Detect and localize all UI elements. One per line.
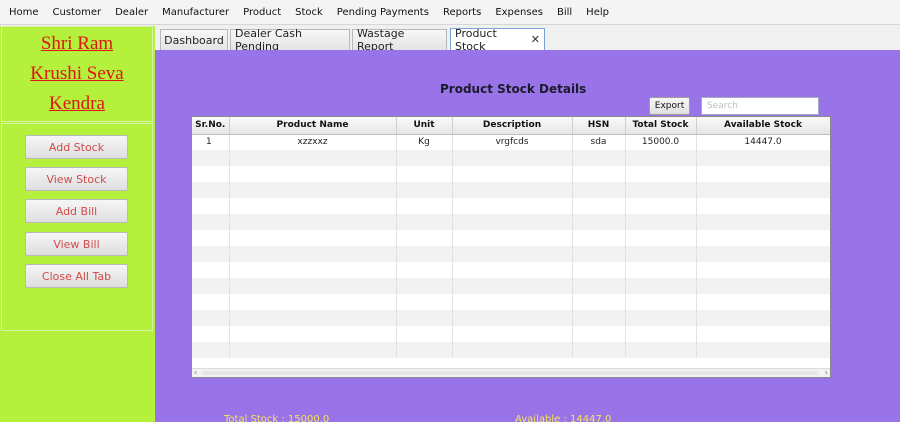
- column-header-available-stock[interactable]: Available Stock: [696, 117, 830, 135]
- content-area: Dashboard Dealer Cash Pending Wastage Re…: [155, 26, 900, 422]
- brand-line-1: Shri Ram: [40, 33, 114, 54]
- tab-product-stock[interactable]: Product Stock ✕: [450, 26, 545, 53]
- menu-pending-payments[interactable]: Pending Payments: [330, 0, 436, 25]
- close-all-tab-button[interactable]: Close All Tab: [25, 264, 128, 288]
- export-button[interactable]: Export: [649, 97, 690, 115]
- tab-label: Dashboard: [164, 33, 224, 47]
- empty-row: [192, 326, 830, 342]
- empty-row: [192, 262, 830, 278]
- scroll-left-icon[interactable]: ‹: [194, 368, 197, 377]
- brand-line-2: Krushi Seva: [30, 63, 124, 84]
- view-stock-button[interactable]: View Stock: [25, 167, 128, 191]
- menu-home[interactable]: Home: [2, 0, 46, 25]
- available-stock-label: Available : 14447.0: [515, 414, 612, 422]
- horizontal-scrollbar[interactable]: ‹ ›: [192, 368, 830, 377]
- empty-row: [192, 182, 830, 198]
- cell-product-name: xzzxxz: [229, 134, 397, 150]
- tab-strip: Dashboard Dealer Cash Pending Wastage Re…: [155, 26, 900, 53]
- scrollbar-thumb[interactable]: [202, 371, 818, 375]
- menu-help[interactable]: Help: [579, 0, 616, 25]
- sidebar-button-group: Add Stock View Stock Add Bill View Bill …: [1, 123, 153, 331]
- menu-bar: Home Customer Dealer Manufacturer Produc…: [0, 0, 900, 25]
- cell-total-stock: 15000.0: [625, 134, 697, 150]
- cell-description: vrgfcds: [452, 134, 573, 150]
- brand-logo: Shri Ram Krushi Seva Kendra: [1, 26, 153, 122]
- column-header-total-stock[interactable]: Total Stock: [625, 117, 697, 135]
- product-stock-panel: Product Stock Details Export Sr.No. Prod…: [155, 50, 900, 422]
- search-input[interactable]: [701, 97, 819, 115]
- view-bill-button[interactable]: View Bill: [25, 232, 128, 256]
- column-header-description[interactable]: Description: [452, 117, 573, 135]
- table-header-row: Sr.No. Product Name Unit Description HSN…: [192, 117, 830, 135]
- menu-expenses[interactable]: Expenses: [488, 0, 550, 25]
- empty-row: [192, 214, 830, 230]
- empty-row: [192, 246, 830, 262]
- menu-product[interactable]: Product: [236, 0, 288, 25]
- column-header-unit[interactable]: Unit: [396, 117, 453, 135]
- scroll-right-icon[interactable]: ›: [825, 368, 828, 377]
- cell-hsn: sda: [572, 134, 626, 150]
- cell-sr-no: 1: [192, 134, 230, 150]
- menu-manufacturer[interactable]: Manufacturer: [155, 0, 236, 25]
- empty-row: [192, 198, 830, 214]
- stock-table: Sr.No. Product Name Unit Description HSN…: [192, 117, 830, 358]
- empty-row: [192, 150, 830, 166]
- empty-row: [192, 310, 830, 326]
- empty-row: [192, 342, 830, 358]
- empty-row: [192, 278, 830, 294]
- column-header-hsn[interactable]: HSN: [572, 117, 626, 135]
- menu-reports[interactable]: Reports: [436, 0, 488, 25]
- column-header-product-name[interactable]: Product Name: [229, 117, 397, 135]
- column-header-sr-no[interactable]: Sr.No.: [192, 117, 230, 135]
- menu-stock[interactable]: Stock: [288, 0, 330, 25]
- empty-row: [192, 230, 830, 246]
- close-tab-icon[interactable]: ✕: [531, 33, 540, 46]
- tab-dashboard[interactable]: Dashboard: [160, 29, 228, 50]
- sidebar: Shri Ram Krushi Seva Kendra Add Stock Vi…: [0, 26, 155, 422]
- menu-bill[interactable]: Bill: [550, 0, 579, 25]
- tab-dealer-cash-pending[interactable]: Dealer Cash Pending: [230, 27, 350, 53]
- empty-row: [192, 294, 830, 310]
- cell-available-stock: 14447.0: [696, 134, 830, 150]
- empty-row: [192, 166, 830, 182]
- menu-dealer[interactable]: Dealer: [108, 0, 155, 25]
- total-stock-label: Total Stock : 15000.0: [224, 414, 330, 422]
- add-bill-button[interactable]: Add Bill: [25, 199, 128, 223]
- menu-customer[interactable]: Customer: [46, 0, 109, 25]
- page-title: Product Stock Details: [440, 82, 587, 96]
- product-stock-table: Sr.No. Product Name Unit Description HSN…: [191, 116, 831, 378]
- brand-line-3: Kendra: [49, 93, 105, 114]
- tab-label: Product Stock: [455, 26, 497, 53]
- add-stock-button[interactable]: Add Stock: [25, 135, 128, 159]
- cell-unit: Kg: [396, 134, 453, 150]
- tab-wastage-report[interactable]: Wastage Report: [352, 27, 447, 53]
- table-row[interactable]: 1 xzzxxz Kg vrgfcds sda 15000.0 14447.0: [192, 134, 830, 150]
